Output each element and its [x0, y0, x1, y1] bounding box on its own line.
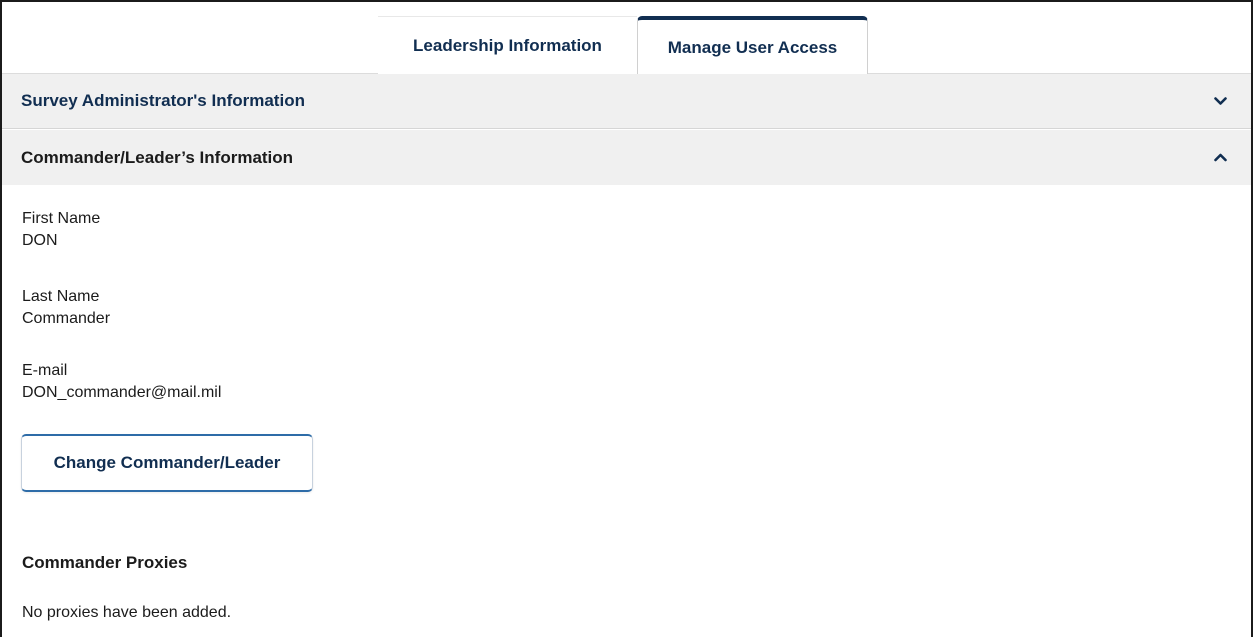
accordion-commander-leader[interactable]: Commander/Leader’s Information: [2, 130, 1251, 185]
email-field: E-mail DON_commander@mail.mil: [22, 360, 221, 404]
proxies-empty-message: No proxies have been added.: [22, 604, 232, 621]
tab-bar: Leadership Information Manage User Acces…: [2, 2, 1251, 75]
email-value: DON_commander@mail.mil: [22, 384, 222, 401]
accordion-survey-administrator[interactable]: Survey Administrator's Information: [2, 74, 1251, 129]
email-label: E-mail: [22, 362, 68, 379]
accordion-title: Survey Administrator's Information: [21, 91, 305, 110]
tab-label: Leadership Information: [413, 35, 602, 55]
tab-leadership-information[interactable]: Leadership Information: [378, 16, 637, 74]
accordion-title: Commander/Leader’s Information: [21, 147, 294, 167]
first-name-value: DON: [22, 232, 58, 249]
commander-proxies-heading: Commander Proxies: [22, 553, 188, 572]
last-name-value: Commander: [22, 310, 111, 327]
tab-manage-user-access[interactable]: Manage User Access: [637, 16, 868, 75]
first-name-field: First Name DON: [22, 208, 100, 252]
chevron-down-icon: [1213, 94, 1227, 108]
last-name-field: Last Name Commander: [22, 286, 110, 330]
first-name-label: First Name: [22, 210, 101, 227]
chevron-up-icon: [1213, 151, 1227, 165]
change-commander-button[interactable]: Change Commander/Leader: [21, 434, 313, 492]
tab-label: Manage User Access: [667, 37, 838, 57]
last-name-label: Last Name: [22, 288, 100, 305]
